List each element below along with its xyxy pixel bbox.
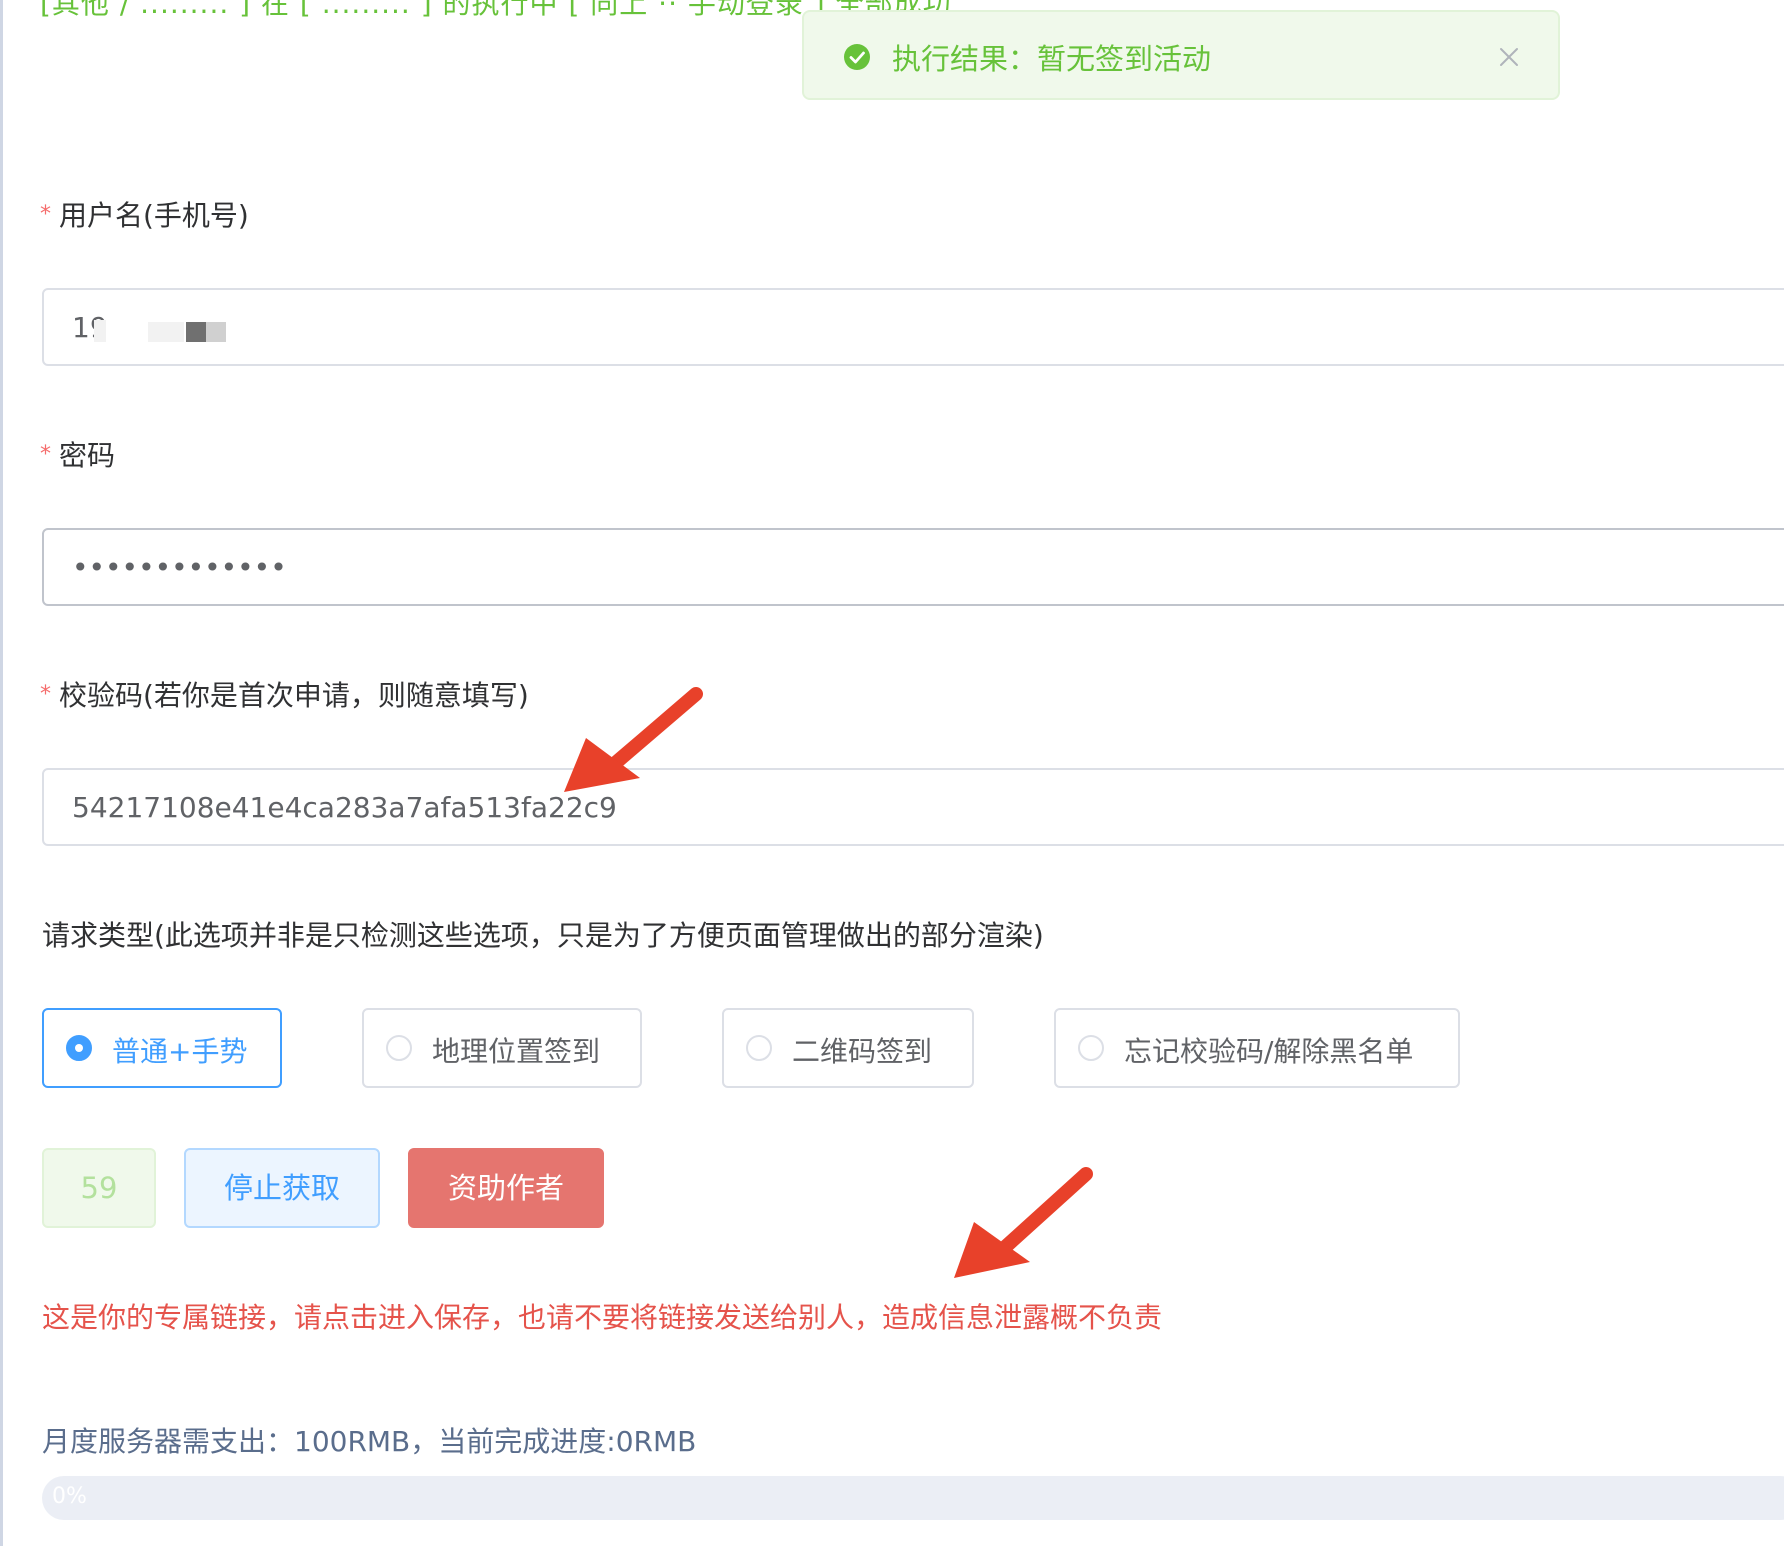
radio-indicator [1078, 1035, 1104, 1061]
server-budget-text: 月度服务器需支出：100RMB，当前完成进度:0RMB [42, 1425, 697, 1458]
budget-progress-bar: 0% [42, 1476, 1784, 1520]
username-redaction [186, 322, 206, 342]
toast-message: 执行结果：暂无签到活动 [892, 42, 1212, 76]
progress-label: 0% [52, 1484, 87, 1509]
left-edge-divider [0, 0, 3, 1546]
username-input[interactable] [42, 288, 1784, 366]
close-icon[interactable] [1496, 44, 1522, 70]
donate-author-button[interactable]: 资助作者 [408, 1148, 604, 1228]
username-redaction [148, 322, 184, 342]
required-asterisk: * [40, 442, 51, 467]
password-input[interactable] [42, 528, 1784, 606]
request-type-label: 请求类型(此选项并非是只检测这些选项，只是为了方便页面管理做出的部分渲染) [42, 919, 1044, 952]
radio-label: 地理位置签到 [432, 1035, 601, 1068]
page: [其他 / ......... ] 在 [ ......... ] 的执行中 [… [0, 0, 1784, 1546]
password-label-text: 密码 [59, 439, 116, 472]
required-asterisk: * [40, 682, 51, 707]
username-label: * 用户名(手机号) [40, 194, 249, 234]
stop-fetch-button[interactable]: 停止获取 [184, 1148, 380, 1228]
success-check-icon [844, 44, 870, 70]
password-label: * 密码 [40, 434, 115, 474]
verify-code-label-text: 校验码(若你是首次申请，则随意填写) [59, 679, 529, 712]
radio-forgot-code-unblock[interactable]: 忘记校验码/解除黑名单 [1054, 1008, 1460, 1088]
radio-indicator [66, 1035, 92, 1061]
verify-code-label: * 校验码(若你是首次申请，则随意填写) [40, 674, 529, 714]
required-asterisk: * [40, 202, 51, 227]
username-redaction [206, 322, 226, 342]
radio-indicator [746, 1035, 772, 1061]
verify-code-input[interactable] [42, 768, 1784, 846]
radio-label: 忘记校验码/解除黑名单 [1124, 1035, 1414, 1068]
radio-normal-gesture[interactable]: 普通+手势 [42, 1008, 282, 1088]
username-label-text: 用户名(手机号) [59, 199, 249, 232]
radio-indicator [386, 1035, 412, 1061]
countdown-button[interactable]: 59 [42, 1148, 156, 1228]
radio-qrcode-checkin[interactable]: 二维码签到 [722, 1008, 974, 1088]
private-link-warning[interactable]: 这是你的专属链接，请点击进入保存，也请不要将链接发送给别人，造成信息泄露概不负责 [42, 1296, 1162, 1336]
radio-label: 二维码签到 [792, 1035, 933, 1068]
radio-label: 普通+手势 [112, 1035, 248, 1068]
annotation-arrow-icon [954, 1167, 1093, 1278]
result-toast: 执行结果：暂无签到活动 [802, 10, 1560, 100]
username-redaction [94, 320, 106, 342]
annotation-arrow-icon [564, 687, 703, 792]
radio-location-checkin[interactable]: 地理位置签到 [362, 1008, 642, 1088]
